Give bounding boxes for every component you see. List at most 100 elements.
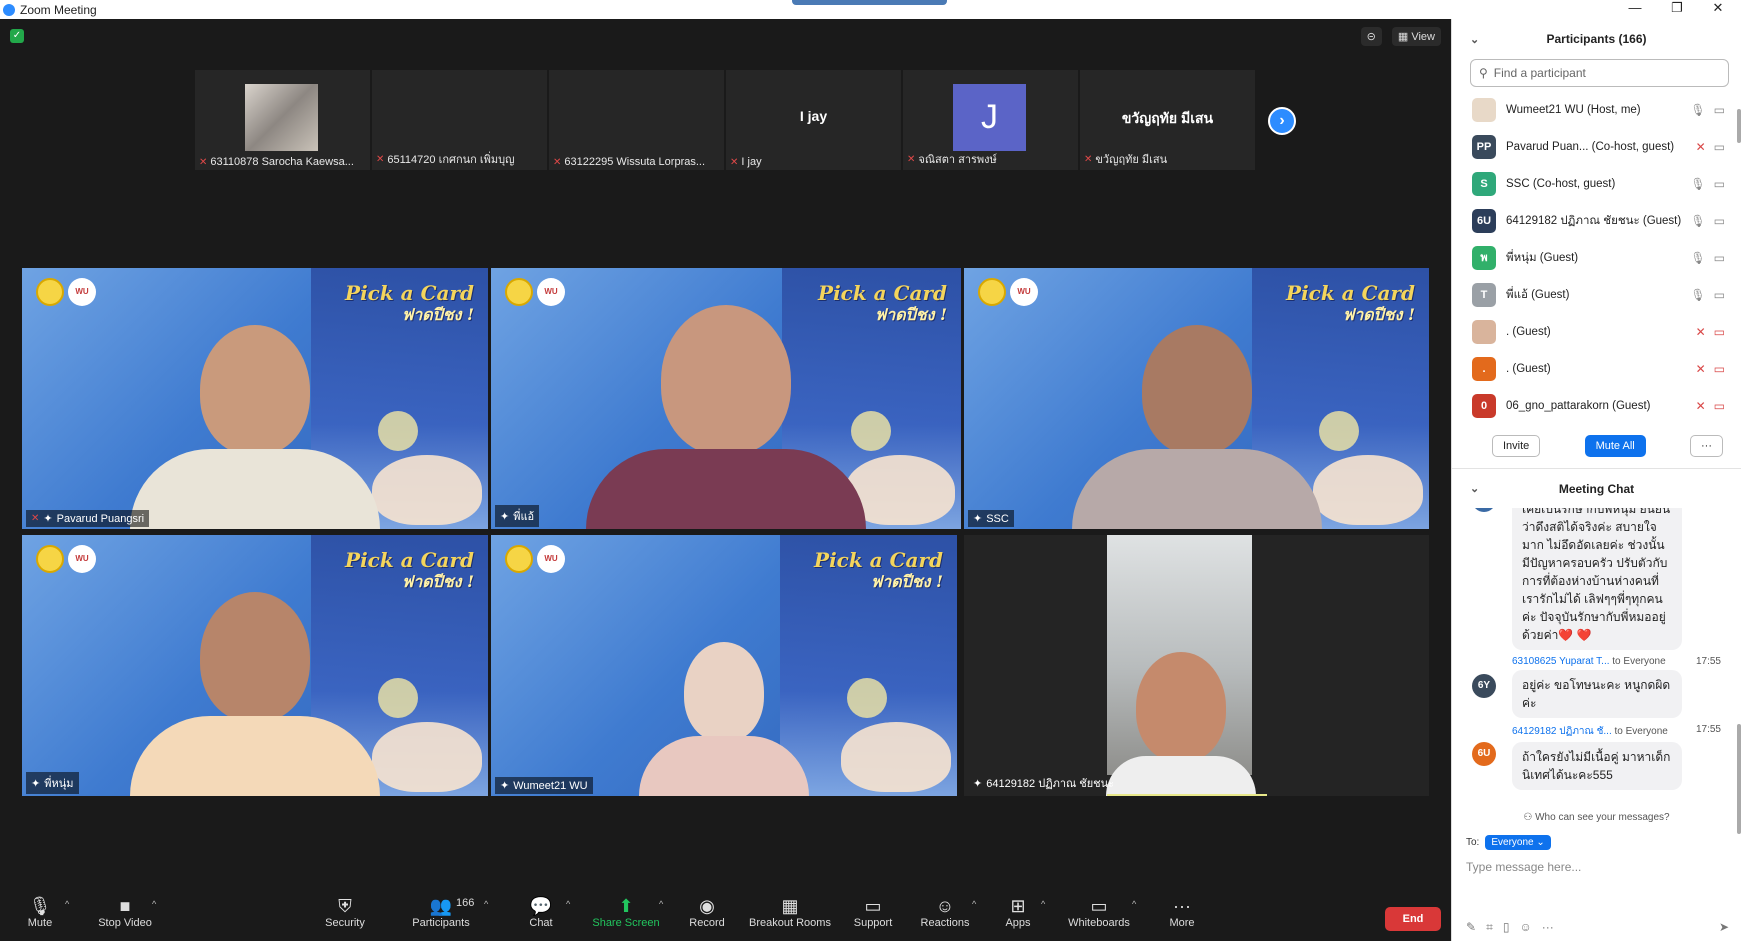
participant-row[interactable]: พพี่หนุ่ม (Guest) 🎙 ▭ <box>1452 239 1741 276</box>
avatar-tile: J <box>953 84 1026 151</box>
smiley-icon <box>36 545 64 573</box>
pin-icon: ✦ <box>973 513 983 525</box>
end-meeting-button[interactable]: End <box>1385 907 1441 931</box>
video-camera-icon[interactable]: ▭ <box>1714 288 1725 302</box>
chat-scrollbar[interactable] <box>1737 724 1741 834</box>
strip-name: ✕ 63122295 Wissuta Lorpras... <box>553 156 706 168</box>
more-dots-icon[interactable]: ··· <box>1542 920 1554 935</box>
security-button[interactable]: ⛨ Security <box>300 895 390 929</box>
view-button[interactable]: ▦ View <box>1391 27 1441 46</box>
video-tile[interactable]: ✦ 64129182 ปฏิภาณ ชัยชนะ <box>964 535 1429 796</box>
strip-thumb[interactable]: ขวัญฤทัย มีเสน ✕ ขวัญฤทัย มีเสน <box>1080 70 1255 170</box>
participant-row[interactable]: Wumeet21 WU (Host, me) 🎙 ▭ <box>1452 91 1741 128</box>
stop-video-button[interactable]: ■ Stop Video ^ <box>80 895 170 929</box>
microphone-icon[interactable]: 🎙 <box>1690 251 1705 265</box>
mute-button[interactable]: 🎙 Mute ^ <box>0 895 85 929</box>
participants-header: ⌄ Participants (166) <box>1452 19 1741 59</box>
microphone-icon[interactable]: 🎙 <box>1690 214 1705 228</box>
who-can-see-link[interactable]: ⚇ Who can see your messages? <box>1452 808 1741 827</box>
chat-header: ⌄ Meeting Chat <box>1452 468 1741 508</box>
smiley-icon <box>978 278 1006 306</box>
mic-off-icon: ✕ <box>730 156 739 168</box>
video-tile[interactable]: WU Pick a Card ฟาดปีชง ! ✦ SSC <box>964 268 1429 529</box>
mic-off-icon[interactable]: ✕ <box>1696 399 1706 413</box>
microphone-icon[interactable]: 🎙 <box>1690 288 1705 302</box>
video-off-icon[interactable]: ▭ <box>1714 325 1725 339</box>
lock-icon[interactable]: ⊝ <box>1360 27 1382 46</box>
participants-button[interactable]: 👥 Participants 166 ^ <box>396 895 488 929</box>
participant-scrollbar[interactable] <box>1737 109 1741 143</box>
screenshot-icon[interactable]: ⌗ <box>1486 920 1493 935</box>
participant-row[interactable]: PP Pavarud Puan... (Co-host, guest) ✕ ▭ <box>1452 128 1741 165</box>
participant-row[interactable]: S SSC (Co-host, guest) 🎙 ▭ <box>1452 165 1741 202</box>
strip-thumb[interactable]: ✕ 65114720 เกศกนก เพิ่มบุญ <box>372 70 547 170</box>
participant-row[interactable]: 0 06_gno_pattarakorn (Guest) ✕ ▭ <box>1452 387 1741 424</box>
share-screen-icon: ⬆ <box>618 896 634 916</box>
breakout-rooms-button[interactable]: ▦ Breakout Rooms <box>745 895 835 929</box>
minimize-button[interactable]: — <box>1620 0 1650 16</box>
encryption-shield-icon[interactable]: ✓ <box>10 29 24 43</box>
strip-thumb[interactable]: I jay ✕ I jay <box>726 70 901 170</box>
timestamp: 17:55 <box>1695 724 1721 735</box>
video-off-icon[interactable]: ▭ <box>1714 362 1725 376</box>
video-tile-active-speaker[interactable]: WU Pick a Card ฟาดปีชง ! ✦ พี่แอ้ <box>491 268 961 529</box>
record-icon: ◉ <box>699 896 715 916</box>
strip-thumb[interactable]: J ✕ จณิสตา สารพงษ์ <box>903 70 1078 170</box>
microphone-icon[interactable]: 🎙 <box>1690 177 1705 191</box>
strip-next-button[interactable]: › <box>1268 107 1296 135</box>
participant-row[interactable]: 6U 64129182 ปฏิภาณ ชัยชนะ (Guest) 🎙 ▭ <box>1452 202 1741 239</box>
apps-button[interactable]: ⊞ Apps ^ <box>973 895 1063 929</box>
search-icon: ⚲ <box>1479 66 1488 80</box>
invite-button[interactable]: Invite <box>1492 435 1541 457</box>
more-button[interactable]: ··· More <box>1137 895 1227 929</box>
strip-name: ✕ I jay <box>730 156 762 168</box>
more-options-button[interactable]: ··· <box>1690 435 1723 457</box>
whiteboards-button[interactable]: ▭ Whiteboards ^ <box>1054 895 1144 929</box>
mic-off-icon[interactable]: ✕ <box>1696 325 1706 339</box>
participant-row[interactable]: .. (Guest) ✕ ▭ <box>1452 350 1741 387</box>
restore-button[interactable]: ❐ <box>1662 0 1692 16</box>
avatar <box>1472 97 1496 122</box>
video-tile[interactable]: WU Pick a Card ฟาดปีชง ! ✦ พี่หนุ่ม <box>22 535 488 796</box>
mic-off-icon: ✕ <box>376 153 385 165</box>
record-button[interactable]: ◉ Record <box>662 895 752 929</box>
avatar: PP <box>1472 134 1496 159</box>
mic-off-icon[interactable]: ✕ <box>1696 362 1706 376</box>
emoji-icon[interactable]: ☺ <box>1519 920 1531 935</box>
strip-thumb[interactable]: ✕ 63122295 Wissuta Lorpras... <box>549 70 724 170</box>
chat-button[interactable]: 💬 Chat ^ <box>496 895 586 929</box>
sender-name: 64129182 ปฏิภาณ ชั... <box>1512 726 1612 737</box>
participant-name: พี่หนุ่ม (Guest) <box>1506 251 1579 264</box>
send-icon[interactable]: ➤ <box>1719 920 1729 935</box>
close-button[interactable]: ✕ <box>1703 0 1733 16</box>
video-off-icon[interactable]: ▭ <box>1714 399 1725 413</box>
chevron-down-icon[interactable]: ⌄ <box>1470 33 1479 46</box>
participant-name: SSC (Co-host, guest) <box>1506 177 1616 190</box>
meeting-info-bar[interactable] <box>792 0 947 5</box>
whiteboard-icon: ▭ <box>1090 896 1108 916</box>
microphone-icon[interactable]: 🎙 <box>1690 103 1705 117</box>
tile-name-label: ✕ ✦ Pavarud Puangsri <box>26 510 150 527</box>
participant-row[interactable]: . (Guest) ✕ ▭ <box>1452 313 1741 350</box>
video-camera-icon[interactable]: ▭ <box>1714 103 1725 117</box>
recipient-dropdown[interactable]: Everyone ⌄ <box>1485 835 1551 850</box>
shield-icon: ⛨ <box>338 896 352 916</box>
wu-logo: WU <box>1010 278 1038 306</box>
message-input[interactable]: Type message here... <box>1466 860 1727 890</box>
share-screen-button[interactable]: ⬆ Share Screen ^ <box>581 895 671 929</box>
format-icon[interactable]: ✎ <box>1466 920 1476 935</box>
participant-row[interactable]: T พี่แอ้ (Guest) 🎙 ▭ <box>1452 276 1741 313</box>
strip-thumb[interactable]: ✕ 63110878 Sarocha Kaewsa... <box>195 70 370 170</box>
video-tile[interactable]: WU Pick a Card ฟาดปีชง ! ✦ Wumeet21 WU <box>491 535 957 796</box>
chevron-down-icon[interactable]: ⌄ <box>1470 482 1479 495</box>
video-tile[interactable]: WU Pick a Card ฟาดปีชง ! ✕ ✦ Pavarud Puangs… <box>22 268 488 529</box>
video-camera-icon[interactable]: ▭ <box>1714 251 1725 265</box>
mic-off-icon[interactable]: ✕ <box>1696 140 1706 154</box>
pin-icon: ✦ <box>43 513 53 525</box>
video-camera-icon[interactable]: ▭ <box>1714 177 1725 191</box>
mute-all-button[interactable]: Mute All <box>1584 435 1646 457</box>
file-icon[interactable]: ▯ <box>1503 920 1510 935</box>
video-camera-icon[interactable]: ▭ <box>1714 140 1725 154</box>
video-camera-icon[interactable]: ▭ <box>1714 214 1725 228</box>
participant-search[interactable]: ⚲ Find a participant <box>1470 59 1729 87</box>
